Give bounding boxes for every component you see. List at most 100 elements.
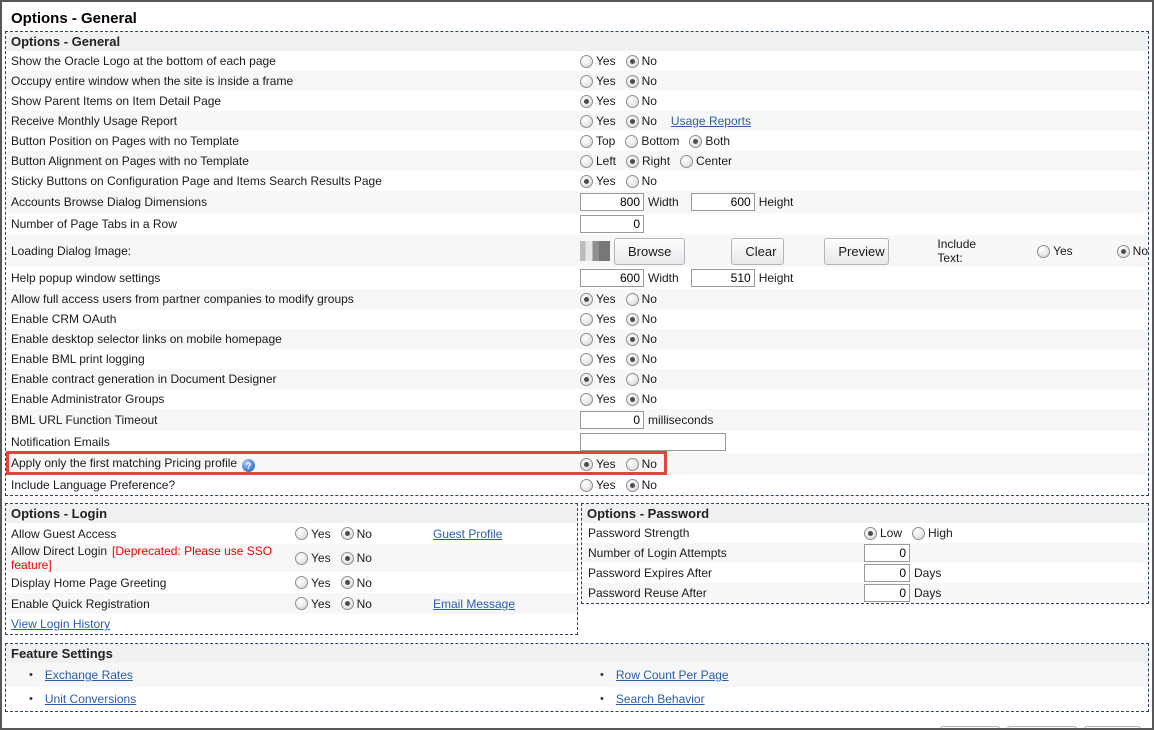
yes-radio-selected[interactable]	[580, 457, 593, 471]
top-radio[interactable]	[580, 134, 593, 148]
radio-option-no[interactable]: No	[340, 597, 372, 611]
radio-option-top[interactable]: Top	[580, 134, 615, 148]
radio-option-no[interactable]: No	[1116, 244, 1148, 258]
yes-radio[interactable]	[295, 576, 308, 589]
high-radio[interactable]	[912, 526, 926, 540]
yes-radio-selected[interactable]	[580, 94, 593, 108]
radio-option-yes[interactable]: Yes	[580, 332, 616, 346]
browse-button[interactable]: Browse	[614, 237, 686, 265]
number-input[interactable]	[580, 193, 644, 211]
yes-radio-selected[interactable]	[580, 372, 593, 386]
radio-option-yes[interactable]: Yes	[295, 527, 331, 541]
no-radio-selected[interactable]	[625, 392, 639, 406]
number-input[interactable]	[580, 269, 644, 287]
no-radio[interactable]	[625, 457, 639, 471]
search-behavior-link[interactable]: Search Behavior	[616, 692, 705, 706]
radio-option-no[interactable]: No	[625, 74, 657, 88]
radio-option-yes[interactable]: Yes	[580, 94, 616, 108]
bottom-radio[interactable]	[625, 134, 639, 148]
yes-radio[interactable]	[580, 478, 593, 492]
radio-option-yes[interactable]: Yes	[580, 478, 616, 492]
radio-option-yes[interactable]: Yes	[580, 292, 616, 306]
clear-button[interactable]: Clear	[731, 237, 785, 265]
radio-option-no[interactable]: No	[625, 174, 657, 188]
yes-radio[interactable]	[580, 392, 593, 406]
radio-option-yes[interactable]: Yes	[580, 372, 616, 386]
radio-option-yes[interactable]: Yes	[580, 54, 616, 68]
radio-option-yes[interactable]: Yes	[580, 352, 616, 366]
number-input[interactable]	[580, 215, 644, 233]
text-input[interactable]	[580, 433, 726, 451]
no-radio[interactable]	[625, 292, 639, 306]
number-input[interactable]	[690, 193, 755, 211]
update-button[interactable]: Update	[1007, 726, 1078, 728]
yes-radio[interactable]	[580, 54, 593, 68]
number-input[interactable]	[864, 584, 910, 602]
no-radio-selected[interactable]	[340, 597, 354, 610]
radio-option-no[interactable]: No	[625, 372, 657, 386]
guest-profile-link[interactable]: Guest Profile	[433, 527, 502, 541]
radio-option-no[interactable]: No	[340, 576, 372, 590]
help-icon[interactable]: ?	[242, 459, 256, 473]
radio-option-no[interactable]: No	[625, 392, 657, 406]
no-radio-selected[interactable]	[625, 74, 639, 88]
yes-radio[interactable]	[1037, 244, 1051, 258]
yes-radio[interactable]	[580, 332, 593, 346]
no-radio[interactable]	[625, 174, 639, 188]
radio-option-yes[interactable]: Yes	[1037, 244, 1073, 258]
no-radio[interactable]	[625, 372, 639, 386]
radio-option-no[interactable]: No	[340, 551, 372, 565]
radio-option-yes[interactable]: Yes	[580, 74, 616, 88]
radio-option-yes[interactable]: Yes	[295, 551, 331, 565]
yes-radio-selected[interactable]	[580, 292, 593, 306]
radio-option-no[interactable]: No	[625, 352, 657, 366]
radio-option-right[interactable]: Right	[626, 154, 670, 168]
radio-option-yes[interactable]: Yes	[295, 597, 331, 611]
no-radio-selected[interactable]	[625, 114, 639, 128]
center-radio[interactable]	[680, 154, 694, 168]
radio-option-no[interactable]: No	[625, 292, 657, 306]
radio-option-no[interactable]: No	[625, 332, 657, 346]
radio-option-no[interactable]: No	[625, 478, 657, 492]
yes-radio[interactable]	[295, 597, 308, 610]
no-radio-selected[interactable]	[625, 478, 639, 492]
preview-button[interactable]: Preview	[824, 237, 890, 265]
no-radio-selected[interactable]	[340, 576, 354, 589]
radio-option-low[interactable]: Low	[864, 526, 902, 540]
radio-option-yes[interactable]: Yes	[580, 174, 616, 188]
radio-option-yes[interactable]: Yes	[580, 312, 616, 326]
yes-radio[interactable]	[295, 551, 308, 565]
radio-option-no[interactable]: No	[625, 312, 657, 326]
row-count-per-page-link[interactable]: Row Count Per Page	[616, 668, 729, 682]
number-input[interactable]	[580, 411, 644, 429]
no-radio[interactable]	[625, 94, 639, 108]
radio-option-yes[interactable]: Yes	[580, 457, 616, 471]
number-input[interactable]	[864, 544, 910, 562]
radio-option-high[interactable]: High	[912, 526, 953, 540]
radio-option-bottom[interactable]: Bottom	[625, 134, 679, 148]
yes-radio[interactable]	[580, 74, 593, 88]
no-radio-selected[interactable]	[625, 312, 639, 326]
low-radio-selected[interactable]	[864, 526, 877, 540]
unit-conversions-link[interactable]: Unit Conversions	[45, 692, 136, 706]
no-radio-selected[interactable]	[1116, 244, 1130, 258]
left-radio[interactable]	[580, 154, 593, 168]
email-message-link[interactable]: Email Message	[433, 597, 515, 611]
radio-option-no[interactable]: No	[625, 114, 657, 128]
exchange-rates-link[interactable]: Exchange Rates	[45, 668, 133, 682]
yes-radio[interactable]	[580, 114, 593, 128]
no-radio-selected[interactable]	[340, 527, 354, 540]
yes-radio[interactable]	[580, 312, 593, 326]
radio-option-no[interactable]: No	[625, 457, 657, 471]
radio-option-yes[interactable]: Yes	[580, 114, 616, 128]
right-radio-selected[interactable]	[626, 154, 640, 168]
radio-option-yes[interactable]: Yes	[295, 576, 331, 590]
no-radio-selected[interactable]	[625, 332, 639, 346]
no-radio-selected[interactable]	[625, 54, 639, 68]
number-input[interactable]	[690, 269, 755, 287]
number-input[interactable]	[864, 564, 910, 582]
back-button[interactable]: Back	[1084, 726, 1141, 728]
radio-option-no[interactable]: No	[340, 527, 372, 541]
both-radio-selected[interactable]	[689, 134, 703, 148]
apply-button[interactable]: Apply	[939, 726, 1001, 728]
